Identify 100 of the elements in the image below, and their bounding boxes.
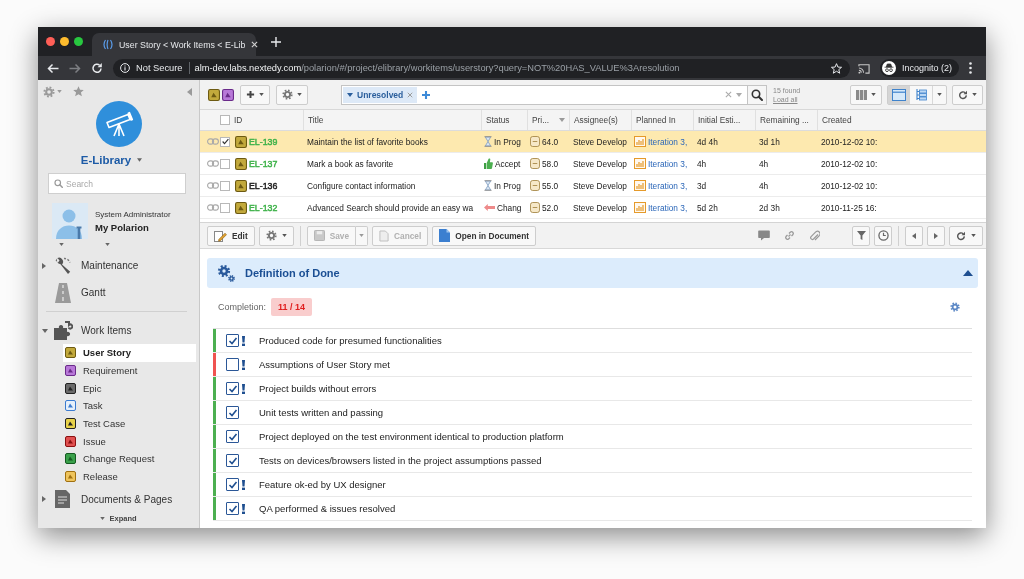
column-header[interactable]: Remaining ...: [755, 110, 817, 130]
iteration-link[interactable]: Iteration 3,: [648, 202, 688, 213]
forward-icon[interactable]: [69, 62, 81, 74]
sort-icon[interactable]: [559, 118, 565, 122]
next-button[interactable]: [927, 225, 945, 246]
iteration-link[interactable]: Iteration 3,: [648, 180, 688, 191]
caret-icon[interactable]: [105, 243, 110, 246]
checkbox[interactable]: [226, 430, 239, 443]
work-item-type-item[interactable]: Change Request: [63, 450, 196, 468]
assignee-name[interactable]: Steve Develop: [573, 158, 627, 169]
refresh-button[interactable]: [952, 84, 983, 105]
work-item-type-item[interactable]: User Story: [63, 344, 196, 362]
view-toggle[interactable]: [888, 85, 910, 104]
history-button[interactable]: [874, 225, 892, 246]
assignee-name[interactable]: Steve Develop: [573, 136, 627, 147]
iteration-link[interactable]: Iteration 3,: [648, 158, 688, 169]
filter-chip[interactable]: Unresolved: [343, 86, 418, 103]
comment-icon[interactable]: [758, 230, 770, 241]
row-checkbox[interactable]: [220, 202, 230, 213]
caret-right-icon[interactable]: [42, 496, 46, 502]
work-item-type-item[interactable]: Epic: [63, 379, 196, 398]
caret-icon[interactable]: [59, 243, 64, 246]
caret-right-icon[interactable]: [42, 262, 46, 269]
settings-icon[interactable]: [950, 302, 960, 312]
refresh-button[interactable]: [949, 225, 983, 246]
browser-tab[interactable]: User Story < Work Items < E-Lib: [92, 33, 256, 56]
nav-item[interactable]: Work Items: [53, 320, 132, 341]
minimize-window-icon[interactable]: [60, 36, 69, 46]
select-all-checkbox[interactable]: [220, 115, 230, 125]
nav-item[interactable]: Gantt: [53, 282, 106, 303]
row-checkbox[interactable]: [220, 180, 230, 191]
work-item-type-item[interactable]: Issue: [63, 432, 196, 451]
table-row[interactable]: EL-139 Maintain the list of favorite books In Prog 64.0 Steve Develop Iteration 3, 4d 4h 3d 1h 2010-12-02 10:: [200, 131, 986, 153]
maximize-window-icon[interactable]: [74, 36, 83, 46]
column-header[interactable]: Assignee(s): [569, 110, 631, 130]
row-checkbox[interactable]: [220, 158, 230, 169]
panel-header[interactable]: Definition of Done: [207, 258, 978, 288]
work-item-type-item[interactable]: Release: [63, 467, 196, 486]
nav-item[interactable]: Maintenance: [53, 255, 139, 276]
close-window-icon[interactable]: [46, 36, 55, 46]
iteration-link[interactable]: Iteration 3,: [648, 136, 688, 147]
checkbox[interactable]: [226, 406, 239, 419]
checkbox[interactable]: [226, 358, 239, 371]
column-header[interactable]: Title: [303, 110, 481, 130]
row-checkbox[interactable]: [220, 136, 230, 147]
project-name[interactable]: E-Library: [80, 154, 132, 166]
settings-button[interactable]: [276, 84, 308, 105]
column-header[interactable]: Status: [481, 110, 527, 130]
column-header[interactable]: Created: [817, 110, 879, 130]
more-menu-icon[interactable]: [969, 62, 973, 74]
add-button[interactable]: [240, 84, 270, 105]
new-tab-icon[interactable]: [271, 36, 281, 47]
checkbox[interactable]: [226, 382, 239, 395]
cast-icon[interactable]: [858, 62, 870, 74]
work-item-id[interactable]: EL-136: [249, 180, 278, 191]
paperclip-icon[interactable]: [809, 229, 820, 242]
column-header[interactable]: Pri...: [527, 110, 569, 130]
checkbox[interactable]: [226, 478, 239, 491]
assignee-name[interactable]: Steve Develop: [573, 180, 627, 191]
work-item-type-item[interactable]: Test Case: [63, 414, 196, 433]
info-icon[interactable]: [120, 63, 130, 73]
caret-icon[interactable]: [137, 158, 143, 162]
created-date: 2010-12-02 10:: [821, 180, 878, 191]
filter-button[interactable]: [852, 225, 870, 246]
user-name[interactable]: My Polarion: [95, 221, 171, 233]
assignee-name[interactable]: Steve Develop: [573, 202, 627, 213]
page-icon: [379, 229, 390, 242]
status-text: Chang: [497, 202, 522, 213]
add-filter-icon[interactable]: [422, 90, 431, 99]
work-item-type-item[interactable]: Requirement: [63, 361, 196, 380]
star-icon[interactable]: [73, 86, 84, 97]
filter-field[interactable]: Unresolved: [341, 84, 748, 105]
previous-button[interactable]: [905, 225, 923, 246]
work-item-type-icon[interactable]: [222, 88, 234, 101]
checkbox[interactable]: [226, 334, 239, 347]
column-header[interactable]: ID: [233, 110, 303, 130]
reload-icon[interactable]: [91, 62, 103, 74]
column-header[interactable]: Initial Esti...: [693, 110, 755, 130]
search-button[interactable]: [748, 84, 767, 105]
columns-button[interactable]: [850, 84, 882, 105]
checkbox[interactable]: [226, 502, 239, 515]
address-bar[interactable]: Not Secure alm-dev.labs.nextedy.com/polarion/#/project/elibrary/workitems/userstory?query=NOT%20HAS_VALUE%3Aresolution: [113, 58, 850, 78]
caret-down-icon[interactable]: [42, 328, 48, 333]
status-text: In Prog: [494, 136, 521, 147]
nav-item[interactable]: Documents & Pages: [53, 489, 173, 509]
panel-title: Definition of Done: [245, 267, 340, 279]
work-item-type-icon[interactable]: [208, 88, 220, 101]
profile-button[interactable]: Incognito (2): [880, 59, 960, 77]
work-item-type-item[interactable]: Task: [63, 397, 196, 415]
close-icon[interactable]: [251, 41, 259, 48]
security-indicator[interactable]: Not Secure: [136, 63, 183, 73]
column-header[interactable]: Planned In: [631, 110, 693, 130]
back-icon[interactable]: [47, 62, 59, 74]
open-in-document-button[interactable]: Open in Document: [432, 225, 537, 246]
settings-button[interactable]: [258, 225, 294, 246]
collapse-icon[interactable]: [963, 270, 973, 276]
bookmark-star-icon[interactable]: [831, 62, 842, 74]
search-field[interactable]: Search: [48, 173, 186, 194]
edit-button[interactable]: Edit: [207, 225, 255, 246]
checkbox[interactable]: [226, 454, 239, 467]
